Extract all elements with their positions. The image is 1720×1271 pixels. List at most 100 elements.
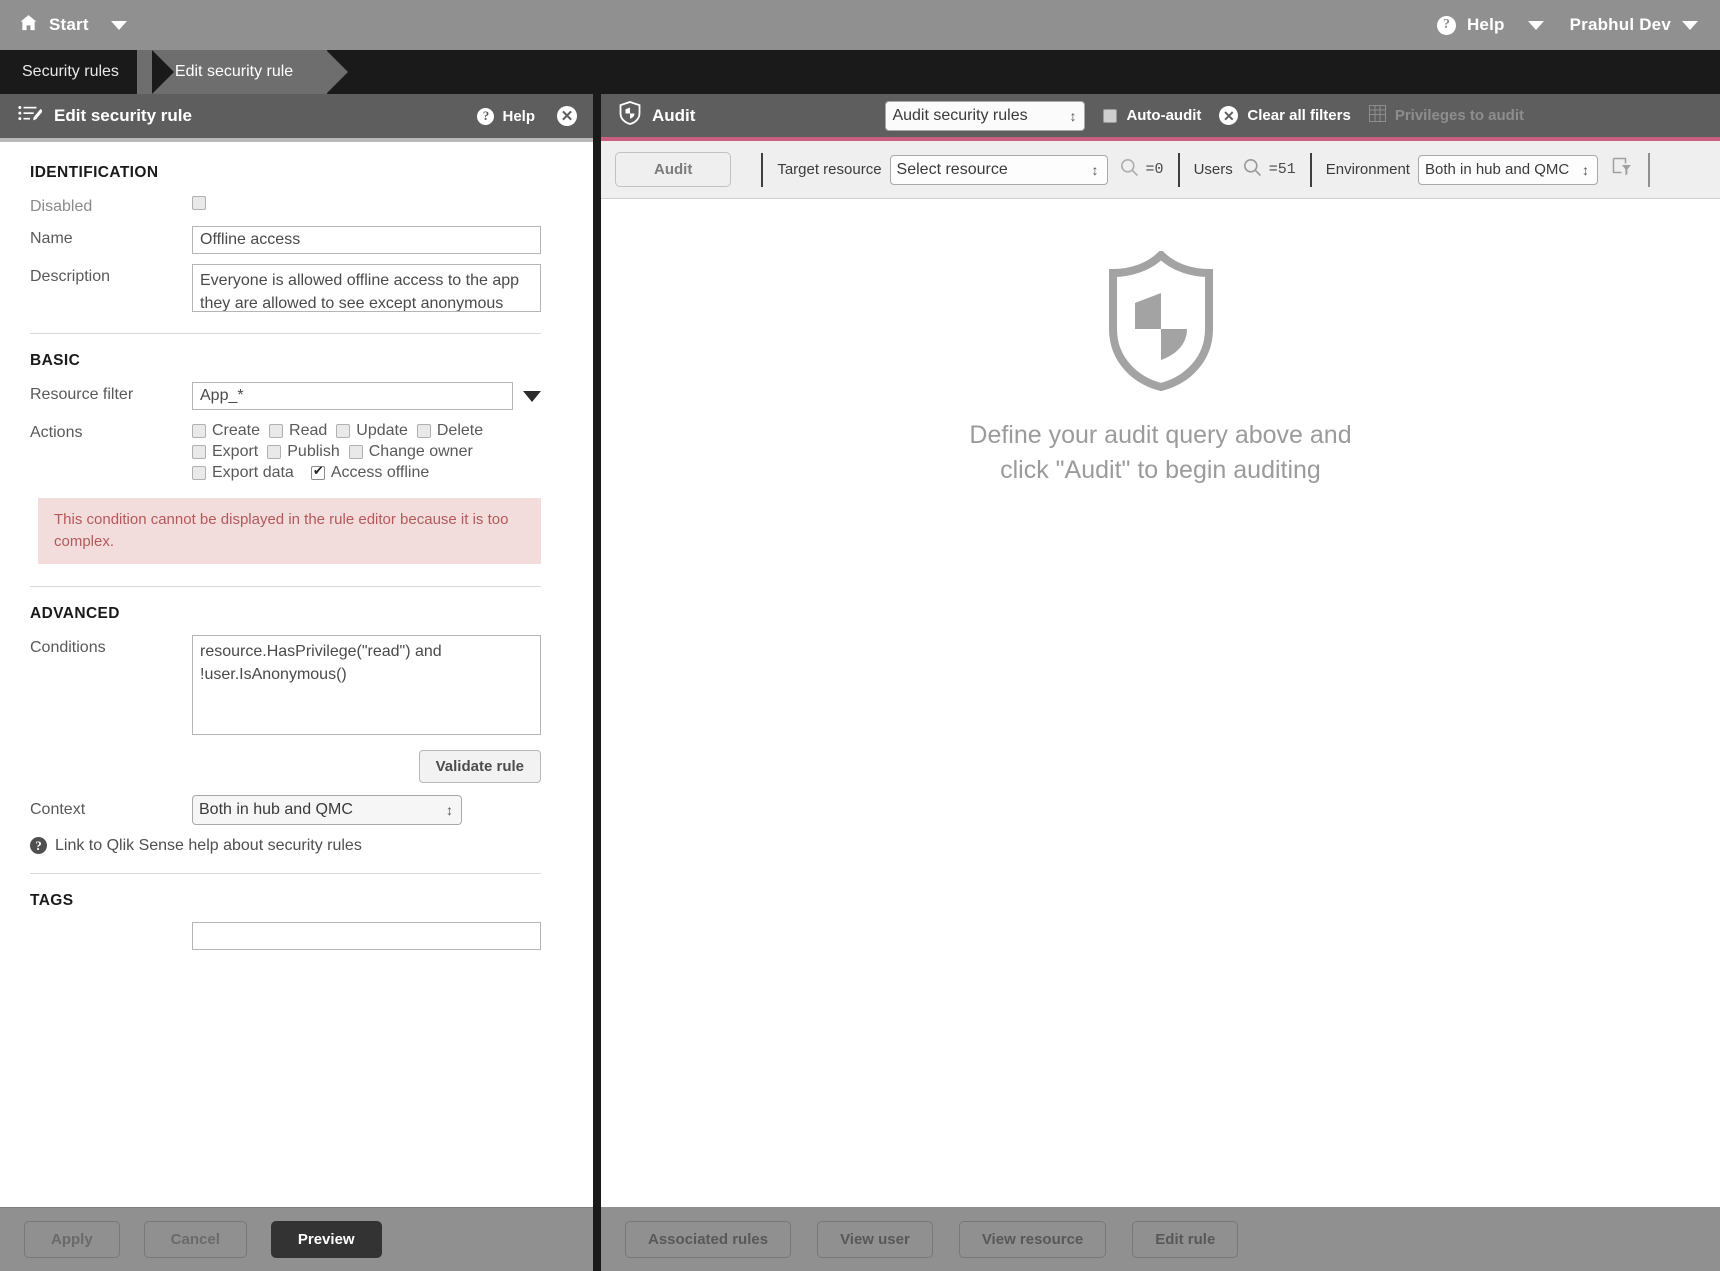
- action-change-owner[interactable]: Change owner: [348, 443, 473, 461]
- audit-panel-footer: Associated rules View user View resource…: [601, 1207, 1720, 1271]
- apply-button[interactable]: Apply: [24, 1221, 120, 1258]
- toolbar-separator-4: [1647, 152, 1650, 187]
- audit-header-tools: Audit security rules Auto-audit ✕ Clear …: [885, 100, 1524, 131]
- edit-rule-button[interactable]: Edit rule: [1132, 1220, 1239, 1258]
- start-menu[interactable]: Start: [18, 13, 127, 38]
- chevron-down-icon[interactable]: [1682, 20, 1698, 30]
- action-export-data[interactable]: Export data: [192, 464, 294, 482]
- edit-panel-title: Edit security rule: [54, 106, 192, 125]
- action-change-owner-checkbox[interactable]: [348, 445, 363, 459]
- breadcrumb: Security rules Edit security rule: [0, 50, 1720, 94]
- question-circle-icon: ?: [477, 107, 495, 125]
- basic-section-title: BASIC: [30, 352, 81, 369]
- action-export-checkbox[interactable]: [192, 445, 206, 459]
- rule-edit-icon: [18, 104, 43, 129]
- validate-rule-button[interactable]: Validate rule: [418, 749, 541, 783]
- export-filter-icon[interactable]: [1612, 157, 1632, 182]
- panel-help-button[interactable]: ? Help: [477, 107, 535, 125]
- action-read-checkbox[interactable]: [269, 424, 284, 438]
- audit-empty-message: Define your audit query above and click …: [969, 418, 1351, 487]
- shield-icon: [619, 101, 641, 130]
- actions-row-group: Actions Create Read Update Delete Export…: [30, 420, 541, 482]
- question-circle-icon: ?: [1436, 15, 1456, 35]
- conditions-textarea[interactable]: resource.HasPrivilege("read") and !user.…: [192, 634, 541, 735]
- environment-select[interactable]: Both in hub and QMC: [1417, 154, 1598, 185]
- breadcrumb-item-security-rules[interactable]: Security rules: [0, 50, 174, 94]
- qlik-help-link-label: Link to Qlik Sense help about security r…: [55, 836, 362, 854]
- view-resource-button[interactable]: View resource: [958, 1220, 1107, 1258]
- resource-filter-label: Resource filter: [30, 386, 134, 403]
- toolbar-separator-1: [761, 152, 764, 187]
- description-textarea[interactable]: Everyone is allowed offline access to th…: [192, 264, 541, 312]
- action-update[interactable]: Update: [336, 422, 408, 440]
- privileges-to-audit-button: Privileges to audit: [1368, 105, 1524, 126]
- preview-button[interactable]: Preview: [270, 1221, 382, 1258]
- clear-all-filters-button[interactable]: ✕ Clear all filters: [1219, 106, 1351, 125]
- breadcrumb-label: Security rules: [22, 63, 119, 80]
- resource-filter-row: Resource filter: [30, 382, 541, 410]
- action-publish-checkbox[interactable]: [267, 445, 282, 459]
- edit-panel-header: Edit security rule ? Help ✕: [0, 94, 593, 142]
- action-publish[interactable]: Publish: [267, 443, 340, 461]
- tags-input[interactable]: [192, 921, 541, 950]
- qlik-help-link[interactable]: ? Link to Qlik Sense help about security…: [30, 837, 541, 855]
- conditions-control: resource.HasPrivilege("read") and !user.…: [192, 634, 541, 740]
- audit-empty-line1: Define your audit query above and: [969, 421, 1352, 449]
- action-export[interactable]: Export: [192, 443, 258, 461]
- audit-mode-select[interactable]: Audit security rules: [885, 100, 1086, 131]
- close-icon[interactable]: ✕: [557, 106, 577, 126]
- action-update-checkbox[interactable]: [336, 424, 351, 438]
- name-row: Name: [30, 226, 541, 254]
- audit-empty-line2: click "Audit" to begin auditing: [1000, 455, 1321, 484]
- action-delete-checkbox[interactable]: [416, 424, 431, 438]
- toolbar-separator-2: [1177, 152, 1180, 187]
- action-create[interactable]: Create: [192, 422, 260, 440]
- action-delete[interactable]: Delete: [416, 422, 483, 440]
- action-access-offline-checkbox[interactable]: [310, 464, 325, 480]
- search-icon[interactable]: [1243, 158, 1262, 182]
- description-control: Everyone is allowed offline access to th…: [192, 264, 541, 317]
- associated-rules-button[interactable]: Associated rules: [625, 1220, 792, 1258]
- context-select[interactable]: Both in hub and QMC: [192, 794, 462, 825]
- chevron-down-icon[interactable]: [1527, 20, 1544, 30]
- audit-panel-header: Audit Audit security rules Auto-audit ✕ …: [601, 94, 1720, 141]
- action-create-label: Create: [212, 422, 261, 439]
- audit-panel: Audit Audit security rules Auto-audit ✕ …: [601, 94, 1720, 1271]
- disabled-checkbox[interactable]: [192, 196, 206, 210]
- help-menu[interactable]: ? Help: [1436, 15, 1544, 35]
- edit-panel-body: IDENTIFICATION Disabled Name Description…: [0, 142, 593, 1207]
- action-read[interactable]: Read: [269, 422, 327, 440]
- tags-row: [30, 921, 541, 950]
- search-icon[interactable]: [1120, 158, 1139, 182]
- name-label: Name: [30, 230, 73, 247]
- auto-audit-label: Auto-audit: [1126, 107, 1202, 124]
- view-user-button[interactable]: View user: [817, 1220, 933, 1258]
- action-publish-label: Publish: [287, 443, 340, 460]
- context-row: Context Both in hub and QMC: [30, 794, 541, 825]
- user-label: Prabhul Dev: [1569, 15, 1671, 34]
- description-label: Description: [30, 268, 111, 285]
- action-access-offline[interactable]: Access offline: [310, 464, 429, 482]
- auto-audit-toggle[interactable]: Auto-audit: [1103, 107, 1201, 124]
- chevron-down-icon[interactable]: [110, 20, 127, 30]
- audit-panel-title: Audit: [652, 105, 696, 125]
- question-circle-icon: ?: [30, 837, 47, 854]
- target-resource-select[interactable]: Select resource: [889, 154, 1108, 185]
- disabled-row: Disabled: [30, 194, 541, 216]
- audit-run-button[interactable]: Audit: [615, 152, 732, 187]
- user-menu[interactable]: Prabhul Dev: [1570, 15, 1698, 35]
- action-create-checkbox[interactable]: [192, 424, 206, 438]
- auto-audit-checkbox[interactable]: [1103, 108, 1118, 123]
- action-export-data-checkbox[interactable]: [192, 466, 206, 480]
- actions-line-1: Create Read Update Delete: [192, 422, 541, 440]
- breadcrumb-label: Edit security rule: [174, 63, 294, 80]
- panel-help-label: Help: [502, 107, 535, 125]
- chevron-down-icon[interactable]: [523, 390, 541, 402]
- conditions-label: Conditions: [30, 638, 106, 656]
- resource-filter-input[interactable]: [192, 382, 513, 410]
- name-input[interactable]: [192, 226, 541, 254]
- audit-mode-select-wrap: Audit security rules: [885, 100, 1086, 131]
- cancel-button[interactable]: Cancel: [143, 1221, 247, 1258]
- clear-all-filters-label: Clear all filters: [1247, 107, 1351, 124]
- divider-identification: [30, 333, 541, 334]
